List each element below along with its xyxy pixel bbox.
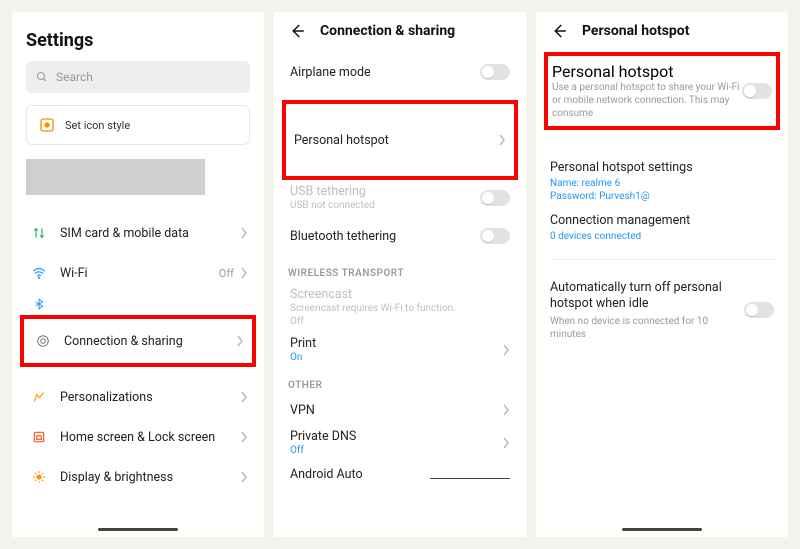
row-label: Android Auto xyxy=(290,467,430,482)
highlight-hotspot-toggle: Personal hotspot Use a personal hotspot … xyxy=(544,52,780,130)
row-label: Airplane mode xyxy=(290,65,480,80)
chevron-right-icon xyxy=(240,267,248,279)
row-label: Personal hotspot xyxy=(294,133,498,148)
chevron-right-icon xyxy=(236,335,244,347)
bluetooth-icon xyxy=(28,298,50,310)
row-value: Off xyxy=(219,267,234,280)
row-personal-hotspot[interactable]: Personal hotspot xyxy=(286,120,514,160)
row-android-auto[interactable]: Android Auto xyxy=(288,461,512,487)
highlight-connection-sharing: Connection & sharing xyxy=(20,315,256,367)
icon-style-icon xyxy=(39,117,55,133)
row-sub: Use a personal hotspot to share your Wi-… xyxy=(552,81,742,120)
chevron-right-icon xyxy=(240,431,248,443)
back-icon[interactable] xyxy=(550,22,568,40)
hotspot-toggle[interactable] xyxy=(742,83,772,99)
row-hotspot-toggle[interactable]: Personal hotspot Use a personal hotspot … xyxy=(552,62,772,120)
chevron-right-icon xyxy=(240,471,248,483)
icon-style-card[interactable]: Set icon style xyxy=(26,105,250,145)
row-label: Wi-Fi xyxy=(60,266,219,281)
highlight-personal-hotspot: Personal hotspot xyxy=(282,100,518,180)
search-placeholder: Search xyxy=(56,70,93,84)
row-sub: When no device is connected for 10 minut… xyxy=(550,315,744,341)
setting-pass: Password: Purvesh1@ xyxy=(550,190,774,203)
row-label: Private DNS xyxy=(290,429,502,444)
section-other: OTHER xyxy=(288,380,512,391)
page-title: Settings xyxy=(26,30,250,51)
airplane-toggle[interactable] xyxy=(480,64,510,80)
chevron-right-icon xyxy=(240,227,248,239)
personalization-icon xyxy=(28,390,50,404)
chevron-right-icon xyxy=(502,344,510,356)
page-title: Connection & sharing xyxy=(320,23,455,39)
connection-sharing-screen: Connection & sharing Airplane mode Perso… xyxy=(274,12,526,537)
chevron-right-icon xyxy=(502,404,510,416)
row-private-dns[interactable]: Private DNS Off xyxy=(288,425,512,461)
row-bluetooth-tethering[interactable]: Bluetooth tethering xyxy=(288,216,512,256)
icon-style-label: Set icon style xyxy=(65,119,130,132)
row-print[interactable]: Print On xyxy=(288,332,512,368)
nav-indicator xyxy=(622,528,702,531)
row-val: Off xyxy=(290,315,510,328)
row-screencast[interactable]: Screencast Screencast requires Wi-Fi to … xyxy=(288,283,512,332)
sim-icon xyxy=(28,226,50,240)
wifi-icon xyxy=(28,266,50,280)
row-hotspot-settings[interactable]: Personal hotspot settings Name: realme 6… xyxy=(550,160,774,203)
auto-off-toggle[interactable] xyxy=(744,302,774,318)
row-display[interactable]: Display & brightness xyxy=(26,457,250,497)
row-airplane[interactable]: Airplane mode xyxy=(288,52,512,92)
header: Connection & sharing xyxy=(288,22,512,40)
row-label: Display & brightness xyxy=(60,470,240,485)
row-label: Home screen & Lock screen xyxy=(60,430,240,445)
row-label: Connection management xyxy=(550,213,774,228)
row-vpn[interactable]: VPN xyxy=(288,395,512,425)
row-label: Connection & sharing xyxy=(64,334,236,349)
row-sub: Screencast requires Wi-Fi to function. xyxy=(290,302,510,315)
row-personalizations[interactable]: Personalizations xyxy=(26,377,250,417)
chevron-right-icon xyxy=(240,391,248,403)
row-label: Personal hotspot xyxy=(552,62,742,81)
row-label: SIM card & mobile data xyxy=(60,226,240,241)
account-placeholder xyxy=(26,159,205,195)
row-connection-mgmt[interactable]: Connection management 0 devices connecte… xyxy=(550,213,774,243)
personal-hotspot-screen: Personal hotspot Personal hotspot Use a … xyxy=(536,12,788,537)
row-auto-off[interactable]: Automatically turn off personal hotspot … xyxy=(550,280,774,341)
underline xyxy=(430,469,510,479)
search-icon xyxy=(36,71,48,83)
row-label: Screencast xyxy=(290,287,510,302)
row-wifi[interactable]: Wi-Fi Off xyxy=(26,253,250,293)
row-sim[interactable]: SIM card & mobile data xyxy=(26,213,250,253)
row-label: VPN xyxy=(290,403,502,418)
chevron-right-icon xyxy=(498,134,506,146)
row-label: USB tethering xyxy=(290,184,480,199)
home-icon xyxy=(28,430,50,444)
section-wireless: WIRELESS TRANSPORT xyxy=(288,268,512,279)
search-input[interactable]: Search xyxy=(26,61,250,93)
row-label: Bluetooth tethering xyxy=(290,229,480,244)
brightness-icon xyxy=(28,470,50,484)
header: Personal hotspot xyxy=(550,22,774,40)
settings-screen: Settings Search Set icon style SIM card … xyxy=(12,12,264,537)
row-bluetooth[interactable] xyxy=(26,293,250,315)
row-label: Automatically turn off personal hotspot … xyxy=(550,280,744,313)
row-val: On xyxy=(290,351,502,364)
usb-toggle[interactable] xyxy=(480,190,510,206)
row-home-lock[interactable]: Home screen & Lock screen xyxy=(26,417,250,457)
row-label: Personalizations xyxy=(60,390,240,405)
back-icon[interactable] xyxy=(288,22,306,40)
row-label: Print xyxy=(290,336,502,351)
row-usb-tethering[interactable]: USB tethering USB not connected xyxy=(288,180,512,216)
row-label: Personal hotspot settings xyxy=(550,160,774,175)
row-sub: 0 devices connected xyxy=(550,230,774,243)
row-connection-sharing[interactable]: Connection & sharing xyxy=(24,321,252,361)
bt-toggle[interactable] xyxy=(480,228,510,244)
setting-name: Name: realme 6 xyxy=(550,177,774,190)
sharing-icon xyxy=(32,334,54,348)
nav-indicator xyxy=(98,528,178,531)
divider xyxy=(550,259,774,260)
chevron-right-icon xyxy=(502,437,510,449)
row-sub: USB not connected xyxy=(290,199,480,212)
row-val: Off xyxy=(290,444,502,457)
page-title: Personal hotspot xyxy=(582,23,689,39)
